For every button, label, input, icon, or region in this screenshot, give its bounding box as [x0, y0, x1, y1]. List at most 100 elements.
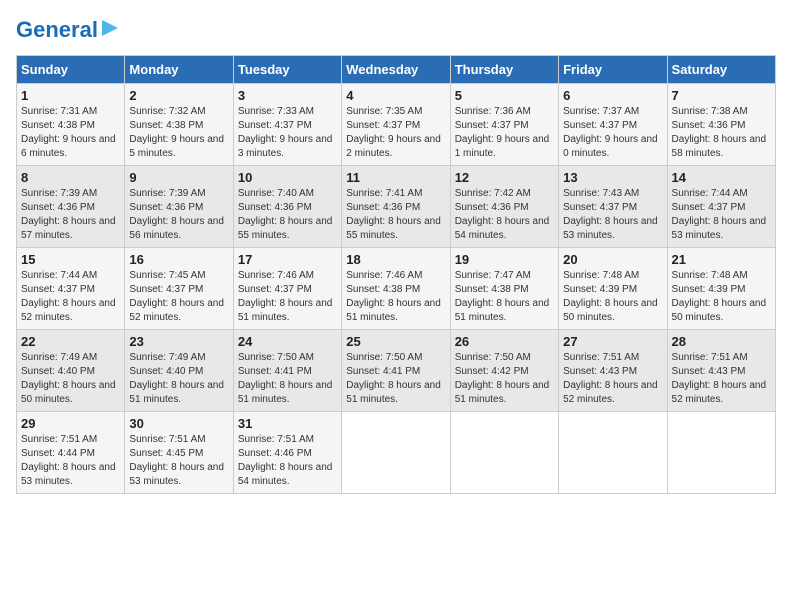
day-number: 1 — [21, 88, 120, 103]
calendar-cell: 5 Sunrise: 7:36 AM Sunset: 4:37 PM Dayli… — [450, 84, 558, 166]
day-number: 24 — [238, 334, 337, 349]
day-number: 19 — [455, 252, 554, 267]
page-header: General — [16, 16, 776, 43]
day-info: Sunrise: 7:36 AM Sunset: 4:37 PM Dayligh… — [455, 106, 550, 159]
day-info: Sunrise: 7:47 AM Sunset: 4:38 PM Dayligh… — [455, 270, 550, 323]
day-info: Sunrise: 7:46 AM Sunset: 4:38 PM Dayligh… — [346, 270, 441, 323]
calendar-cell: 18 Sunrise: 7:46 AM Sunset: 4:38 PM Dayl… — [342, 248, 450, 330]
calendar-cell: 20 Sunrise: 7:48 AM Sunset: 4:39 PM Dayl… — [559, 248, 667, 330]
calendar-cell: 8 Sunrise: 7:39 AM Sunset: 4:36 PM Dayli… — [17, 166, 125, 248]
day-number: 28 — [672, 334, 771, 349]
day-info: Sunrise: 7:44 AM Sunset: 4:37 PM Dayligh… — [672, 188, 767, 241]
day-number: 7 — [672, 88, 771, 103]
calendar-cell: 1 Sunrise: 7:31 AM Sunset: 4:38 PM Dayli… — [17, 84, 125, 166]
calendar-header-row: SundayMondayTuesdayWednesdayThursdayFrid… — [17, 56, 776, 84]
calendar-cell: 19 Sunrise: 7:47 AM Sunset: 4:38 PM Dayl… — [450, 248, 558, 330]
day-info: Sunrise: 7:48 AM Sunset: 4:39 PM Dayligh… — [563, 270, 658, 323]
day-info: Sunrise: 7:51 AM Sunset: 4:44 PM Dayligh… — [21, 434, 116, 487]
day-info: Sunrise: 7:50 AM Sunset: 4:42 PM Dayligh… — [455, 352, 550, 405]
day-info: Sunrise: 7:35 AM Sunset: 4:37 PM Dayligh… — [346, 106, 441, 159]
day-number: 27 — [563, 334, 662, 349]
day-info: Sunrise: 7:33 AM Sunset: 4:37 PM Dayligh… — [238, 106, 333, 159]
day-number: 10 — [238, 170, 337, 185]
calendar-cell: 14 Sunrise: 7:44 AM Sunset: 4:37 PM Dayl… — [667, 166, 775, 248]
logo: General — [16, 16, 120, 43]
header-sunday: Sunday — [17, 56, 125, 84]
calendar-week-4: 22 Sunrise: 7:49 AM Sunset: 4:40 PM Dayl… — [17, 330, 776, 412]
day-info: Sunrise: 7:51 AM Sunset: 4:46 PM Dayligh… — [238, 434, 333, 487]
day-info: Sunrise: 7:32 AM Sunset: 4:38 PM Dayligh… — [129, 106, 224, 159]
calendar-cell: 10 Sunrise: 7:40 AM Sunset: 4:36 PM Dayl… — [233, 166, 341, 248]
calendar-cell: 12 Sunrise: 7:42 AM Sunset: 4:36 PM Dayl… — [450, 166, 558, 248]
calendar-cell: 22 Sunrise: 7:49 AM Sunset: 4:40 PM Dayl… — [17, 330, 125, 412]
calendar-cell: 7 Sunrise: 7:38 AM Sunset: 4:36 PM Dayli… — [667, 84, 775, 166]
calendar-cell: 26 Sunrise: 7:50 AM Sunset: 4:42 PM Dayl… — [450, 330, 558, 412]
header-tuesday: Tuesday — [233, 56, 341, 84]
calendar-cell: 27 Sunrise: 7:51 AM Sunset: 4:43 PM Dayl… — [559, 330, 667, 412]
day-info: Sunrise: 7:38 AM Sunset: 4:36 PM Dayligh… — [672, 106, 767, 159]
calendar-cell: 24 Sunrise: 7:50 AM Sunset: 4:41 PM Dayl… — [233, 330, 341, 412]
calendar-week-1: 1 Sunrise: 7:31 AM Sunset: 4:38 PM Dayli… — [17, 84, 776, 166]
day-info: Sunrise: 7:46 AM Sunset: 4:37 PM Dayligh… — [238, 270, 333, 323]
day-info: Sunrise: 7:45 AM Sunset: 4:37 PM Dayligh… — [129, 270, 224, 323]
day-info: Sunrise: 7:49 AM Sunset: 4:40 PM Dayligh… — [21, 352, 116, 405]
day-number: 18 — [346, 252, 445, 267]
calendar-cell: 4 Sunrise: 7:35 AM Sunset: 4:37 PM Dayli… — [342, 84, 450, 166]
day-info: Sunrise: 7:31 AM Sunset: 4:38 PM Dayligh… — [21, 106, 116, 159]
calendar-cell: 6 Sunrise: 7:37 AM Sunset: 4:37 PM Dayli… — [559, 84, 667, 166]
logo-general: General — [16, 19, 98, 41]
day-info: Sunrise: 7:51 AM Sunset: 4:43 PM Dayligh… — [672, 352, 767, 405]
day-number: 17 — [238, 252, 337, 267]
day-number: 4 — [346, 88, 445, 103]
day-info: Sunrise: 7:39 AM Sunset: 4:36 PM Dayligh… — [129, 188, 224, 241]
calendar-cell: 15 Sunrise: 7:44 AM Sunset: 4:37 PM Dayl… — [17, 248, 125, 330]
calendar-cell — [559, 412, 667, 494]
calendar-cell: 16 Sunrise: 7:45 AM Sunset: 4:37 PM Dayl… — [125, 248, 233, 330]
calendar-week-2: 8 Sunrise: 7:39 AM Sunset: 4:36 PM Dayli… — [17, 166, 776, 248]
calendar-cell: 25 Sunrise: 7:50 AM Sunset: 4:41 PM Dayl… — [342, 330, 450, 412]
day-number: 5 — [455, 88, 554, 103]
calendar-cell: 23 Sunrise: 7:49 AM Sunset: 4:40 PM Dayl… — [125, 330, 233, 412]
day-number: 20 — [563, 252, 662, 267]
calendar-cell: 11 Sunrise: 7:41 AM Sunset: 4:36 PM Dayl… — [342, 166, 450, 248]
day-info: Sunrise: 7:48 AM Sunset: 4:39 PM Dayligh… — [672, 270, 767, 323]
calendar-cell: 30 Sunrise: 7:51 AM Sunset: 4:45 PM Dayl… — [125, 412, 233, 494]
calendar-cell — [342, 412, 450, 494]
calendar-cell: 3 Sunrise: 7:33 AM Sunset: 4:37 PM Dayli… — [233, 84, 341, 166]
day-info: Sunrise: 7:49 AM Sunset: 4:40 PM Dayligh… — [129, 352, 224, 405]
day-info: Sunrise: 7:50 AM Sunset: 4:41 PM Dayligh… — [346, 352, 441, 405]
header-thursday: Thursday — [450, 56, 558, 84]
day-number: 22 — [21, 334, 120, 349]
calendar-cell: 2 Sunrise: 7:32 AM Sunset: 4:38 PM Dayli… — [125, 84, 233, 166]
calendar-cell: 29 Sunrise: 7:51 AM Sunset: 4:44 PM Dayl… — [17, 412, 125, 494]
calendar-cell: 28 Sunrise: 7:51 AM Sunset: 4:43 PM Dayl… — [667, 330, 775, 412]
calendar-cell: 21 Sunrise: 7:48 AM Sunset: 4:39 PM Dayl… — [667, 248, 775, 330]
day-info: Sunrise: 7:50 AM Sunset: 4:41 PM Dayligh… — [238, 352, 333, 405]
day-number: 15 — [21, 252, 120, 267]
day-info: Sunrise: 7:41 AM Sunset: 4:36 PM Dayligh… — [346, 188, 441, 241]
day-number: 2 — [129, 88, 228, 103]
day-number: 12 — [455, 170, 554, 185]
day-number: 8 — [21, 170, 120, 185]
day-number: 11 — [346, 170, 445, 185]
calendar-week-3: 15 Sunrise: 7:44 AM Sunset: 4:37 PM Dayl… — [17, 248, 776, 330]
day-info: Sunrise: 7:40 AM Sunset: 4:36 PM Dayligh… — [238, 188, 333, 241]
day-number: 30 — [129, 416, 228, 431]
day-number: 6 — [563, 88, 662, 103]
day-number: 29 — [21, 416, 120, 431]
calendar-cell — [667, 412, 775, 494]
day-info: Sunrise: 7:42 AM Sunset: 4:36 PM Dayligh… — [455, 188, 550, 241]
calendar-cell: 17 Sunrise: 7:46 AM Sunset: 4:37 PM Dayl… — [233, 248, 341, 330]
calendar-table: SundayMondayTuesdayWednesdayThursdayFrid… — [16, 55, 776, 494]
day-number: 26 — [455, 334, 554, 349]
day-number: 23 — [129, 334, 228, 349]
header-monday: Monday — [125, 56, 233, 84]
day-number: 21 — [672, 252, 771, 267]
day-number: 25 — [346, 334, 445, 349]
header-wednesday: Wednesday — [342, 56, 450, 84]
day-number: 3 — [238, 88, 337, 103]
header-saturday: Saturday — [667, 56, 775, 84]
header-friday: Friday — [559, 56, 667, 84]
calendar-week-5: 29 Sunrise: 7:51 AM Sunset: 4:44 PM Dayl… — [17, 412, 776, 494]
calendar-cell — [450, 412, 558, 494]
